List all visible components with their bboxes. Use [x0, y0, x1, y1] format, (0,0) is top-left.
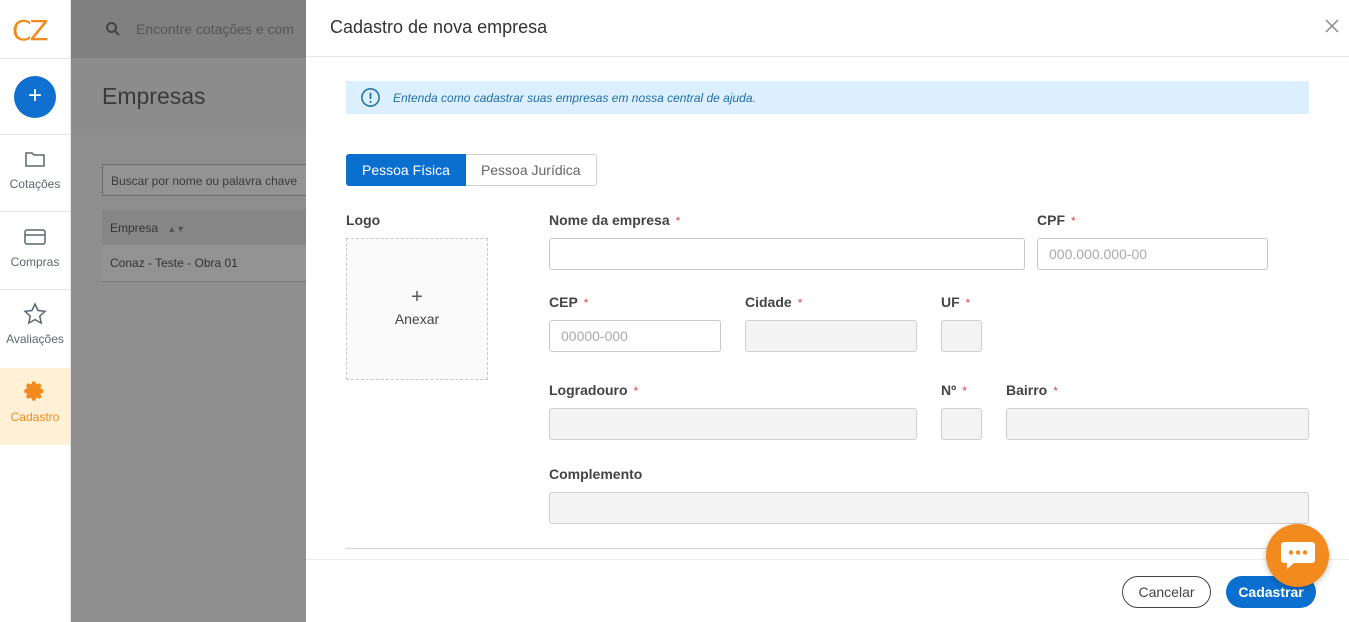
sort-icon: ▲▼ — [167, 224, 186, 234]
star-icon — [23, 302, 47, 325]
label-text: CEP — [549, 294, 578, 310]
divider — [346, 548, 1309, 549]
background-page: Encontre cotações e com Empresas Buscar … — [71, 0, 306, 622]
tab-pessoa-juridica[interactable]: Pessoa Jurídica — [465, 154, 597, 186]
company-name-input[interactable] — [549, 238, 1025, 270]
required-mark: * — [1053, 384, 1058, 398]
required-mark: * — [675, 214, 681, 228]
neighborhood-input — [1006, 408, 1309, 440]
page-title: Empresas — [102, 83, 206, 109]
add-button[interactable]: + — [14, 76, 56, 118]
app-logo[interactable]: CZ — [12, 14, 49, 47]
table-row[interactable]: Conaz - Teste - Obra 01 — [102, 245, 306, 282]
cpf-label: CPF * — [1037, 212, 1076, 228]
help-link[interactable]: Entenda como cadastrar suas empresas em … — [393, 91, 756, 105]
table-header-empresa[interactable]: Empresa ▲▼ — [102, 210, 306, 245]
label-text: Logradouro — [549, 382, 628, 398]
label-text: Bairro — [1006, 382, 1048, 398]
complement-label: Complemento — [549, 466, 642, 482]
upload-label: Anexar — [394, 311, 440, 327]
divider — [306, 56, 1349, 57]
required-mark: * — [965, 296, 971, 310]
label-text: UF — [941, 294, 960, 310]
modal-title: Cadastro de nova empresa — [330, 17, 548, 37]
tab-pessoa-fisica[interactable]: Pessoa Física — [346, 154, 466, 186]
close-button[interactable] — [1325, 16, 1345, 36]
info-banner: Entenda como cadastrar suas empresas em … — [346, 81, 1309, 114]
logo-upload[interactable]: + Anexar — [346, 238, 488, 380]
company-name-label: Nome da empresa * — [549, 212, 680, 228]
required-mark: * — [583, 296, 589, 310]
label-text: Complemento — [549, 466, 643, 482]
new-company-modal: Cadastro de nova empresa Entenda como ca… — [306, 0, 1349, 622]
label-text: CPF — [1037, 212, 1065, 228]
plus-icon: + — [411, 286, 423, 308]
sidebar-item-cotacoes[interactable]: Cotações — [0, 135, 70, 212]
logo-label: Logo — [346, 212, 381, 228]
sidebar-item-cadastro[interactable]: Cadastro — [0, 368, 70, 445]
sidebar-item-label: Cotações — [9, 177, 61, 191]
city-input — [745, 320, 917, 352]
label-text: Nome da empresa — [549, 212, 670, 228]
cep-input[interactable] — [549, 320, 721, 352]
cancel-button[interactable]: Cancelar — [1122, 576, 1211, 608]
content-area — [71, 130, 306, 622]
sidebar-item-avaliacoes[interactable]: Avaliações — [0, 290, 70, 367]
filter-input[interactable]: Buscar por nome ou palavra chave — [102, 164, 306, 196]
neighborhood-label: Bairro * — [1006, 382, 1058, 398]
label-text: Nº — [941, 382, 957, 398]
street-label: Logradouro * — [549, 382, 638, 398]
info-icon — [361, 88, 380, 107]
divider — [0, 58, 70, 59]
city-label: Cidade * — [745, 294, 802, 310]
folder-icon — [25, 152, 45, 167]
divider — [0, 211, 70, 212]
sidebar: CZ + Cotações Compras Avaliações Cadastr… — [0, 0, 71, 622]
close-icon — [1325, 19, 1339, 33]
required-mark: * — [1071, 214, 1076, 228]
required-mark: * — [797, 296, 803, 310]
label-text: Cidade — [745, 294, 792, 310]
complement-input — [549, 492, 1309, 524]
person-type-tabs: Pessoa Física Pessoa Jurídica — [346, 154, 597, 186]
required-mark: * — [633, 384, 639, 398]
divider — [306, 559, 1349, 560]
number-input — [941, 408, 982, 440]
cep-label: CEP * — [549, 294, 588, 310]
global-search-input[interactable]: Encontre cotações e com — [136, 21, 294, 37]
chat-widget-button[interactable] — [1266, 524, 1329, 587]
number-label: Nº * — [941, 382, 967, 398]
sidebar-item-label: Compras — [10, 255, 60, 269]
cpf-input[interactable] — [1037, 238, 1268, 270]
street-input — [549, 408, 917, 440]
credit-card-icon — [24, 229, 46, 245]
column-label: Empresa — [110, 221, 159, 235]
sidebar-item-label: Cadastro — [10, 410, 60, 424]
uf-input — [941, 320, 982, 352]
chat-bubble-icon — [1281, 542, 1315, 569]
gear-icon — [24, 381, 44, 401]
required-mark: * — [962, 384, 967, 398]
search-icon — [106, 22, 120, 36]
sidebar-item-label: Avaliações — [6, 332, 64, 346]
uf-label: UF * — [941, 294, 970, 310]
sidebar-item-compras[interactable]: Compras — [0, 213, 70, 290]
